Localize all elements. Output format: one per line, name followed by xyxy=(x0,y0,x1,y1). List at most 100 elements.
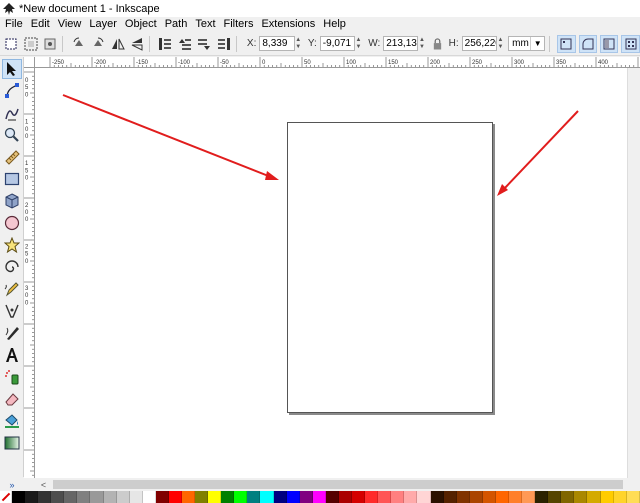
width-field[interactable]: 213,131 xyxy=(383,36,419,51)
gradient-tool[interactable] xyxy=(2,433,22,453)
rotate-cw-button[interactable] xyxy=(90,35,106,53)
pen-tool[interactable] xyxy=(2,301,22,321)
vertical-ruler[interactable]: 050100150200250300 xyxy=(24,68,35,478)
color-swatch[interactable] xyxy=(208,491,222,503)
rotate-ccw-button[interactable] xyxy=(70,35,86,53)
select-all-layers-button[interactable] xyxy=(22,35,38,53)
expand-toolbox-icon[interactable]: » xyxy=(0,478,24,491)
transform-patterns-button[interactable] xyxy=(621,34,640,53)
scale-stroke-button[interactable] xyxy=(557,34,576,53)
bucket-tool[interactable] xyxy=(2,411,22,431)
calligraphy-tool[interactable] xyxy=(2,323,22,343)
color-swatch[interactable] xyxy=(168,491,183,503)
color-swatch[interactable] xyxy=(522,491,536,503)
color-swatch[interactable] xyxy=(352,491,366,503)
rect-tool[interactable] xyxy=(2,169,22,189)
color-swatch[interactable] xyxy=(587,491,601,503)
color-swatch[interactable] xyxy=(38,491,52,503)
pencil-tool[interactable] xyxy=(2,279,22,299)
color-swatch[interactable] xyxy=(626,491,640,503)
color-swatch[interactable] xyxy=(561,491,575,503)
color-swatch[interactable] xyxy=(535,491,549,503)
transform-gradients-button[interactable] xyxy=(600,34,619,53)
x-spinner[interactable]: ▲ ▼ xyxy=(295,36,302,51)
color-swatch[interactable] xyxy=(129,491,143,503)
scale-corners-button[interactable] xyxy=(578,34,598,53)
color-swatch[interactable] xyxy=(273,491,287,503)
color-swatch[interactable] xyxy=(142,491,156,503)
spiral-tool[interactable] xyxy=(2,257,22,277)
unit-select[interactable]: mm ▼ xyxy=(508,36,546,51)
color-swatch[interactable] xyxy=(25,491,39,503)
color-swatch[interactable] xyxy=(574,491,588,503)
tweak-tool[interactable] xyxy=(2,103,22,123)
color-swatch[interactable] xyxy=(417,491,431,503)
measure-tool[interactable] xyxy=(2,147,22,167)
menu-layer[interactable]: Layer xyxy=(85,17,121,32)
no-paint-swatch[interactable] xyxy=(0,491,12,503)
text-tool[interactable] xyxy=(2,345,22,365)
color-swatch[interactable] xyxy=(195,491,209,503)
color-swatch[interactable] xyxy=(548,491,562,503)
width-spinner[interactable]: ▲ ▼ xyxy=(418,36,425,51)
y-spinner[interactable]: ▲ ▼ xyxy=(355,36,362,51)
3dbox-tool[interactable] xyxy=(2,191,22,211)
selector-tool[interactable] xyxy=(2,59,22,79)
color-swatch[interactable] xyxy=(430,491,444,503)
ellipse-tool[interactable] xyxy=(2,213,22,233)
color-swatch[interactable] xyxy=(77,491,91,503)
horizontal-ruler[interactable]: -250 -200 -150 -100 -50 0 50 100 150 200 250 300 350… xyxy=(35,57,640,68)
flip-vertical-button[interactable] xyxy=(129,35,145,53)
color-swatch[interactable] xyxy=(234,491,248,503)
lower-to-bottom-button[interactable] xyxy=(216,35,232,53)
raise-to-top-button[interactable] xyxy=(157,35,173,53)
spray-tool[interactable] xyxy=(2,367,22,387)
color-swatch[interactable] xyxy=(182,491,196,503)
zoom-tool[interactable] xyxy=(2,125,22,145)
drawing-canvas[interactable] xyxy=(35,68,627,478)
menu-path[interactable]: Path xyxy=(161,17,192,32)
node-tool[interactable] xyxy=(2,81,22,101)
color-swatch[interactable] xyxy=(338,491,353,503)
color-swatch[interactable] xyxy=(286,491,300,503)
color-swatch[interactable] xyxy=(155,491,169,503)
color-swatch[interactable] xyxy=(116,491,130,503)
menu-filters[interactable]: Filters xyxy=(220,17,258,32)
flip-horizontal-button[interactable] xyxy=(109,35,125,53)
color-swatch[interactable] xyxy=(443,491,457,503)
color-swatch[interactable] xyxy=(325,491,339,503)
color-swatch[interactable] xyxy=(378,491,392,503)
menu-file[interactable]: File xyxy=(0,17,27,32)
scrollbar-thumb[interactable] xyxy=(53,480,623,489)
menu-view[interactable]: View xyxy=(54,17,86,32)
color-swatch[interactable] xyxy=(508,491,523,503)
color-swatch[interactable] xyxy=(64,491,78,503)
menu-text[interactable]: Text xyxy=(191,17,219,32)
height-spinner[interactable]: ▲ ▼ xyxy=(497,36,504,51)
raise-button[interactable] xyxy=(177,35,193,53)
lock-ratio-icon[interactable] xyxy=(432,37,443,51)
menu-extensions[interactable]: Extensions xyxy=(257,17,319,32)
color-swatch[interactable] xyxy=(103,491,117,503)
x-field[interactable]: 8,339 xyxy=(259,36,295,51)
color-swatch[interactable] xyxy=(600,491,614,503)
color-swatch[interactable] xyxy=(495,491,509,503)
color-swatch[interactable] xyxy=(482,491,496,503)
color-swatch[interactable] xyxy=(247,491,261,503)
color-swatch[interactable] xyxy=(90,491,104,503)
color-swatch[interactable] xyxy=(404,491,418,503)
select-all-button[interactable] xyxy=(3,35,19,53)
color-swatch[interactable] xyxy=(456,491,470,503)
scroll-left-icon[interactable]: < xyxy=(37,478,50,491)
color-swatch[interactable] xyxy=(12,491,26,503)
color-swatch[interactable] xyxy=(312,491,326,503)
color-swatch[interactable] xyxy=(221,491,235,503)
horizontal-scrollbar[interactable]: < xyxy=(35,478,640,491)
menu-help[interactable]: Help xyxy=(319,17,350,32)
menu-object[interactable]: Object xyxy=(121,17,161,32)
color-swatch[interactable] xyxy=(469,491,483,503)
star-tool[interactable] xyxy=(2,235,22,255)
height-field[interactable]: 256,220 xyxy=(461,36,497,51)
color-swatch[interactable] xyxy=(613,491,627,503)
eraser-tool[interactable] xyxy=(2,389,22,409)
